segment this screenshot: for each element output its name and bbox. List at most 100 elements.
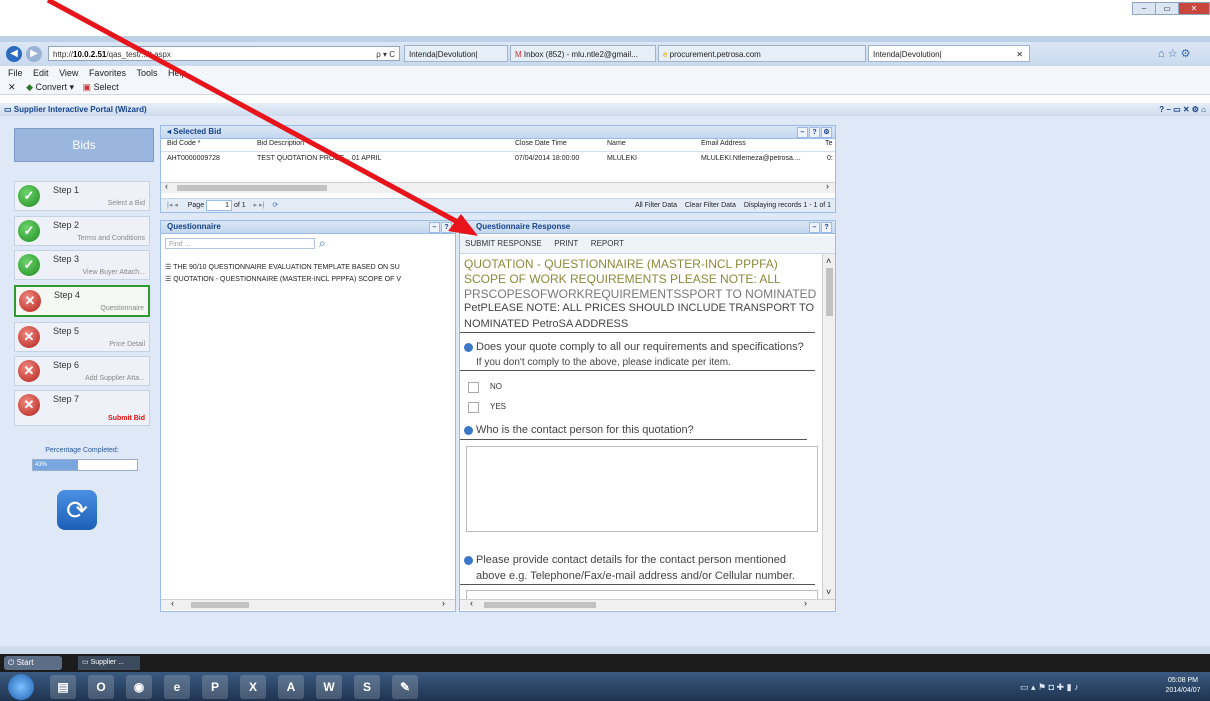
col-bid-description[interactable]: Bid Description: [257, 140, 304, 147]
search-icon[interactable]: ⌕: [319, 236, 326, 251]
menu-file[interactable]: File: [8, 68, 23, 78]
select-button[interactable]: Select: [94, 82, 119, 92]
panel-help-icon[interactable]: ?: [809, 127, 820, 138]
panel-gear-icon[interactable]: ⚙: [821, 127, 832, 138]
questionnaire-item[interactable]: ☰ THE 90/10 QUESTIONNAIRE EVALUATION TEM…: [165, 263, 400, 271]
horizontal-scrollbar[interactable]: ‹ ›: [460, 598, 835, 610]
home-star-gear-icons[interactable]: ⌂ ☆ ⚙: [1158, 47, 1190, 60]
tab-gmail[interactable]: M Inbox (852) - mlu.ntle2@gmail...: [510, 45, 656, 62]
tab-intenda-1[interactable]: Intenda|Devolution|: [404, 45, 508, 62]
table-cell[interactable]: 0:: [827, 155, 833, 162]
address-bar[interactable]: http://10.0.2.51/qas_test/...lt.aspx ρ ▾ …: [48, 46, 400, 61]
contact-person-input[interactable]: [466, 446, 818, 532]
panel-help-icon[interactable]: ?: [441, 222, 452, 233]
wizard-step-7[interactable]: ✕ Step 7 Submit Bid: [14, 390, 150, 426]
col-close-date[interactable]: Close Date Time: [515, 140, 567, 147]
panel-collapse-icon[interactable]: –: [797, 127, 808, 138]
system-clock[interactable]: 05:08 PM 2014/04/07: [1158, 676, 1208, 696]
yes-checkbox[interactable]: [468, 402, 479, 413]
col-te[interactable]: Te: [825, 140, 832, 147]
tool-icon[interactable]: ✎: [392, 675, 418, 699]
questionnaire-item[interactable]: ☰ QUOTATION - QUESTIONNAIRE (MASTER-INCL…: [165, 275, 401, 283]
gmail-icon: M: [515, 50, 524, 59]
submit-response-button[interactable]: SUBMIT RESPONSE: [460, 236, 547, 251]
table-cell[interactable]: AHT0000009728: [167, 155, 220, 162]
start-button[interactable]: ⏻ Start: [4, 656, 62, 670]
tab-intenda-active[interactable]: Intenda|Devolution| ✕: [868, 45, 1030, 62]
tab-procurement[interactable]: e procurement.petrosa.com: [658, 45, 866, 62]
portal-header-tools[interactable]: ? – ▭ ✕ ⚙ ⌂: [1159, 103, 1206, 116]
scroll-right-icon[interactable]: ›: [442, 598, 445, 608]
back-button[interactable]: ◀: [6, 46, 22, 62]
scroll-left-icon[interactable]: ‹: [165, 181, 168, 191]
scroll-up-icon[interactable]: ˄: [826, 256, 831, 266]
collapse-icon[interactable]: ◂: [167, 127, 171, 136]
menu-favorites[interactable]: Favorites: [89, 68, 126, 78]
col-email[interactable]: Email Address: [701, 140, 746, 147]
word-icon[interactable]: W: [316, 675, 342, 699]
maximize-button[interactable]: ▭: [1155, 2, 1179, 15]
command-close-icon[interactable]: ✕: [8, 82, 16, 92]
powerpoint-icon[interactable]: P: [202, 675, 228, 699]
minimize-button[interactable]: –: [1132, 2, 1156, 15]
page-number-input[interactable]: 1: [206, 199, 233, 211]
wizard-step-2[interactable]: ✓ Step 2 Terms and Conditions: [14, 216, 150, 246]
system-tray-icons[interactable]: ▭ ▴ ⚑ ◘ ✚ ▮ ♪: [1020, 682, 1079, 693]
scroll-thumb[interactable]: [177, 185, 327, 191]
vertical-scrollbar[interactable]: ˄ ˅: [822, 254, 835, 599]
search-refresh-icon[interactable]: ρ ▾ C: [376, 47, 395, 62]
find-input[interactable]: Find ...: [165, 238, 315, 249]
no-checkbox[interactable]: [468, 382, 479, 393]
close-window-button[interactable]: ✕: [1178, 2, 1210, 15]
wizard-step-3[interactable]: ✓ Step 3 View Buyer Attach...: [14, 250, 150, 280]
table-cell[interactable]: 07/04/2014 18:00:00: [515, 155, 579, 162]
tab-close-icon[interactable]: ✕: [1016, 46, 1023, 61]
scroll-left-icon[interactable]: ‹: [171, 598, 174, 608]
table-cell[interactable]: TEST QUOTATION PROCE... 01 APRIL: [257, 155, 381, 162]
menu-view[interactable]: View: [59, 68, 78, 78]
app-icon[interactable]: S: [354, 675, 380, 699]
refresh-icon[interactable]: ⟳: [57, 490, 97, 530]
scroll-down-icon[interactable]: ˅: [826, 587, 831, 597]
forward-button[interactable]: ▶: [26, 46, 42, 62]
questionnaire-panel: Questionnaire –? Find ... ⌕ ☰ THE 90/10 …: [160, 220, 456, 612]
horizontal-scrollbar[interactable]: ‹ ›: [161, 181, 835, 193]
windows-orb-icon[interactable]: [8, 674, 34, 700]
pager-first-prev-icons[interactable]: |◂ ◂: [167, 202, 178, 209]
table-cell[interactable]: MLULEKI.Ntlemeza@petrosa....: [701, 155, 801, 162]
excel-icon[interactable]: X: [240, 675, 266, 699]
col-name[interactable]: Name: [607, 140, 626, 147]
scroll-thumb[interactable]: [826, 268, 833, 316]
internet-explorer-icon[interactable]: e: [164, 675, 190, 699]
col-bid-code[interactable]: Bid Code *: [167, 140, 200, 147]
wizard-step-4[interactable]: ✕ Step 4 Questionnaire: [14, 285, 150, 317]
wizard-step-5[interactable]: ✕ Step 5 Price Detail: [14, 322, 150, 352]
horizontal-scrollbar[interactable]: ‹ ›: [161, 598, 455, 610]
scroll-thumb[interactable]: [484, 602, 596, 608]
panel-collapse-icon[interactable]: –: [809, 222, 820, 233]
print-button[interactable]: PRINT: [549, 236, 583, 251]
chrome-icon[interactable]: ◉: [126, 675, 152, 699]
outlook-icon[interactable]: O: [88, 675, 114, 699]
menu-edit[interactable]: Edit: [33, 68, 49, 78]
clear-filter-link[interactable]: Clear Filter Data: [685, 202, 736, 209]
scroll-right-icon[interactable]: ›: [826, 181, 829, 191]
wizard-step-6[interactable]: ✕ Step 6 Add Supplier Atta...: [14, 356, 150, 386]
panel-collapse-icon[interactable]: –: [429, 222, 440, 233]
explorer-icon[interactable]: ▤: [50, 675, 76, 699]
acrobat-icon[interactable]: A: [278, 675, 304, 699]
scroll-left-icon[interactable]: ‹: [470, 598, 473, 608]
pager-refresh-icon[interactable]: ⟳: [272, 202, 278, 209]
table-cell[interactable]: MLULEKI: [607, 155, 637, 162]
taskbar-window-supplier[interactable]: ▭ Supplier ...: [78, 656, 140, 670]
all-filter-link[interactable]: All Filter Data: [635, 202, 677, 209]
wizard-step-1[interactable]: ✓ Step 1 Select a Bid: [14, 181, 150, 211]
pager-next-last-icons[interactable]: ▸ ▸|: [254, 202, 265, 209]
menu-tools[interactable]: Tools: [136, 68, 157, 78]
scroll-right-icon[interactable]: ›: [804, 598, 807, 608]
panel-help-icon[interactable]: ?: [821, 222, 832, 233]
scroll-thumb[interactable]: [191, 602, 249, 608]
convert-button[interactable]: Convert ▾: [36, 82, 75, 92]
report-button[interactable]: REPORT: [586, 236, 629, 251]
menu-help[interactable]: Help: [168, 68, 187, 78]
